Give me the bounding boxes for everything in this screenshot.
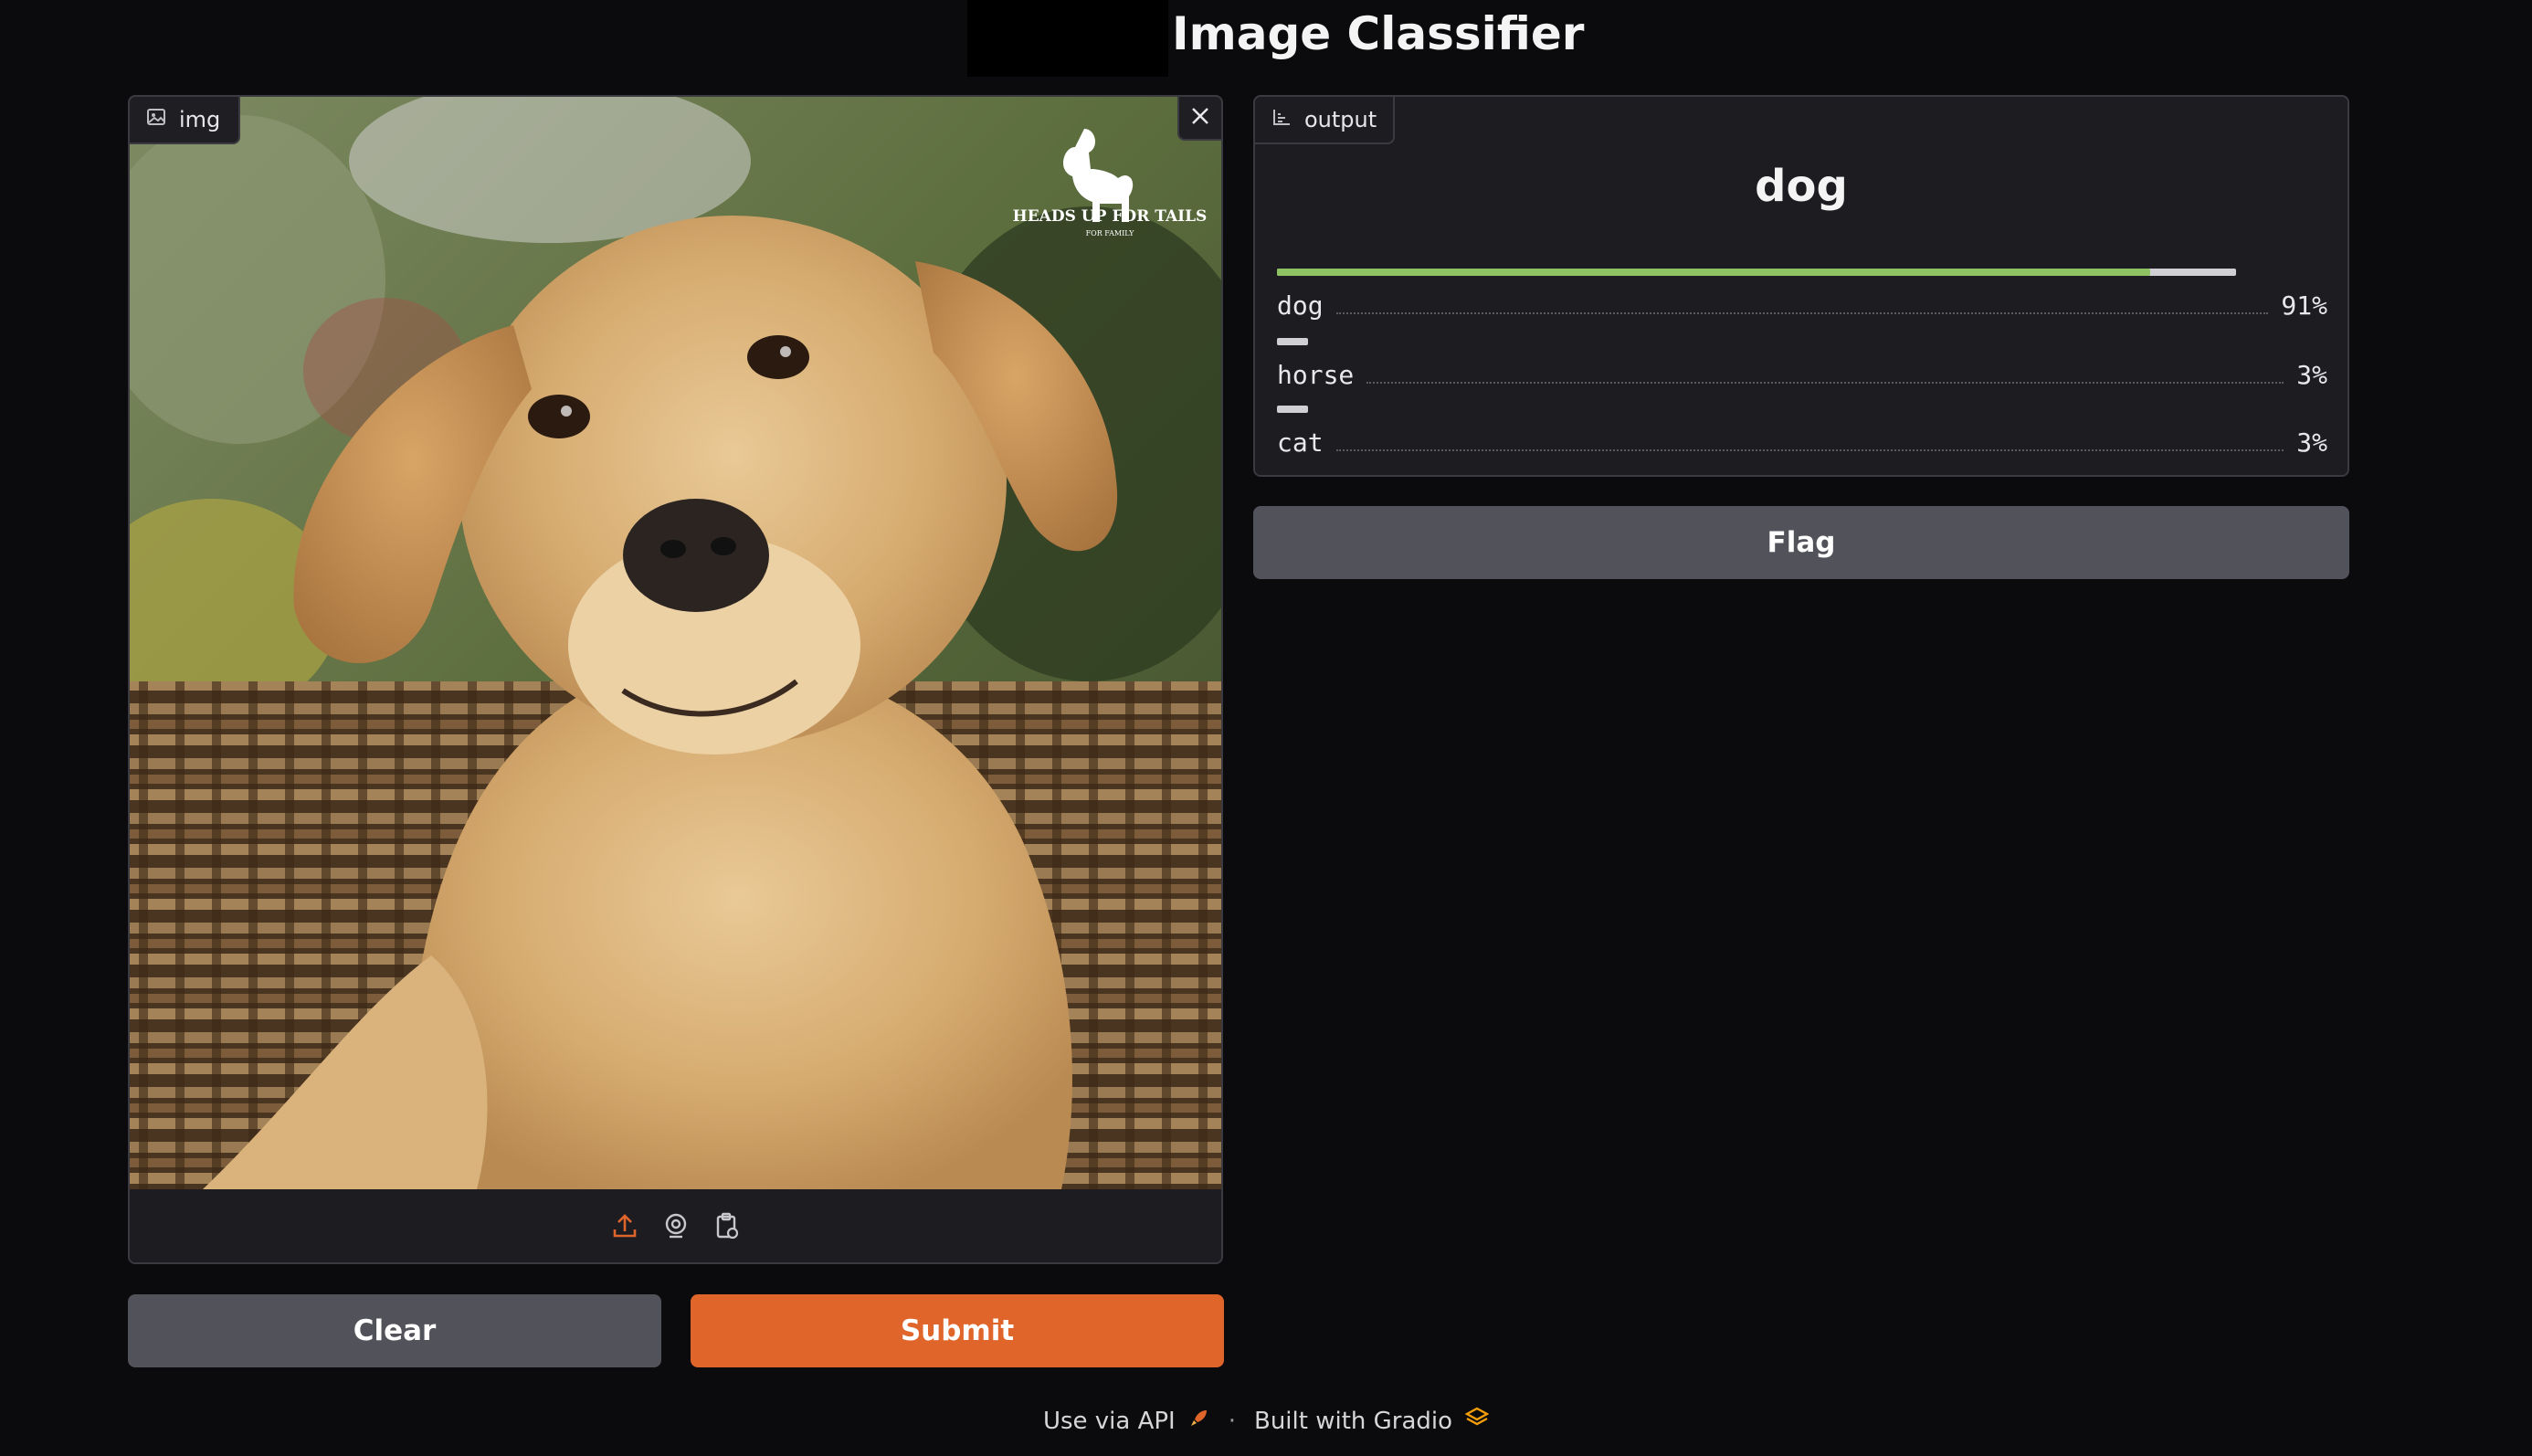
use-via-api-link[interactable]: Use via API bbox=[1043, 1408, 1176, 1435]
output-panel-label-text: output bbox=[1304, 107, 1377, 132]
confidence-label: cat bbox=[1277, 427, 1324, 458]
image-input-panel[interactable]: HEADS UP FOR TAILS FOR FAMILY img bbox=[128, 95, 1223, 1264]
confidence-percent: 3% bbox=[2296, 360, 2327, 390]
bar-chart-icon bbox=[1271, 107, 1292, 132]
image-panel-label: img bbox=[130, 97, 241, 144]
confidence-bar-fill bbox=[1277, 406, 1308, 413]
webcam-icon[interactable] bbox=[660, 1210, 691, 1241]
clear-image-button[interactable] bbox=[1177, 97, 1221, 141]
flag-button[interactable]: Flag bbox=[1253, 506, 2349, 579]
confidence-bar-track bbox=[1277, 338, 2236, 345]
confidence-text: cat 3% bbox=[1277, 427, 2327, 458]
clear-button[interactable]: Clear bbox=[128, 1294, 661, 1367]
input-image[interactable]: HEADS UP FOR TAILS FOR FAMILY bbox=[130, 97, 1221, 1189]
footer: Use via API · Built with Gradio bbox=[0, 1407, 2532, 1435]
watermark-text-2: FOR FAMILY bbox=[1086, 229, 1134, 237]
footer-separator: · bbox=[1228, 1407, 1236, 1435]
confidence-bar-track bbox=[1277, 269, 2236, 276]
close-icon bbox=[1189, 105, 1211, 131]
title-redaction-block bbox=[967, 0, 1168, 77]
confidence-percent: 91% bbox=[2281, 290, 2327, 321]
submit-button[interactable]: Submit bbox=[691, 1294, 1224, 1367]
confidence-percent: 3% bbox=[2296, 427, 2327, 458]
confidence-text: dog 91% bbox=[1277, 290, 2327, 321]
predicted-label: dog bbox=[1755, 161, 1848, 212]
watermark-text-1: HEADS UP FOR TAILS bbox=[1013, 207, 1208, 226]
gradio-logo-icon bbox=[1464, 1407, 1490, 1435]
confidence-label: horse bbox=[1277, 360, 1355, 390]
confidence-dots bbox=[1366, 382, 2284, 384]
confidence-bar-fill bbox=[1277, 338, 1308, 345]
output-panel-label: output bbox=[1255, 97, 1396, 144]
image-source-toolbar bbox=[130, 1189, 1221, 1262]
confidence-bar-track bbox=[1277, 406, 2236, 413]
image-icon bbox=[146, 107, 166, 132]
built-with-gradio-link[interactable]: Built with Gradio bbox=[1254, 1408, 1452, 1435]
confidence-text: horse 3% bbox=[1277, 360, 2327, 390]
upload-icon[interactable] bbox=[609, 1210, 640, 1241]
confidence-bar-fill bbox=[1277, 269, 2150, 276]
confidence-label: dog bbox=[1277, 290, 1324, 321]
rocket-icon bbox=[1188, 1407, 1210, 1435]
confidence-dots bbox=[1335, 312, 2269, 314]
image-panel-label-text: img bbox=[179, 107, 221, 132]
output-panel: output dog dog 91% horse 3% cat 3% bbox=[1253, 95, 2349, 477]
clipboard-icon[interactable] bbox=[712, 1210, 743, 1241]
confidence-dots bbox=[1335, 449, 2284, 451]
page-title: Image Classifier bbox=[1172, 7, 1585, 60]
